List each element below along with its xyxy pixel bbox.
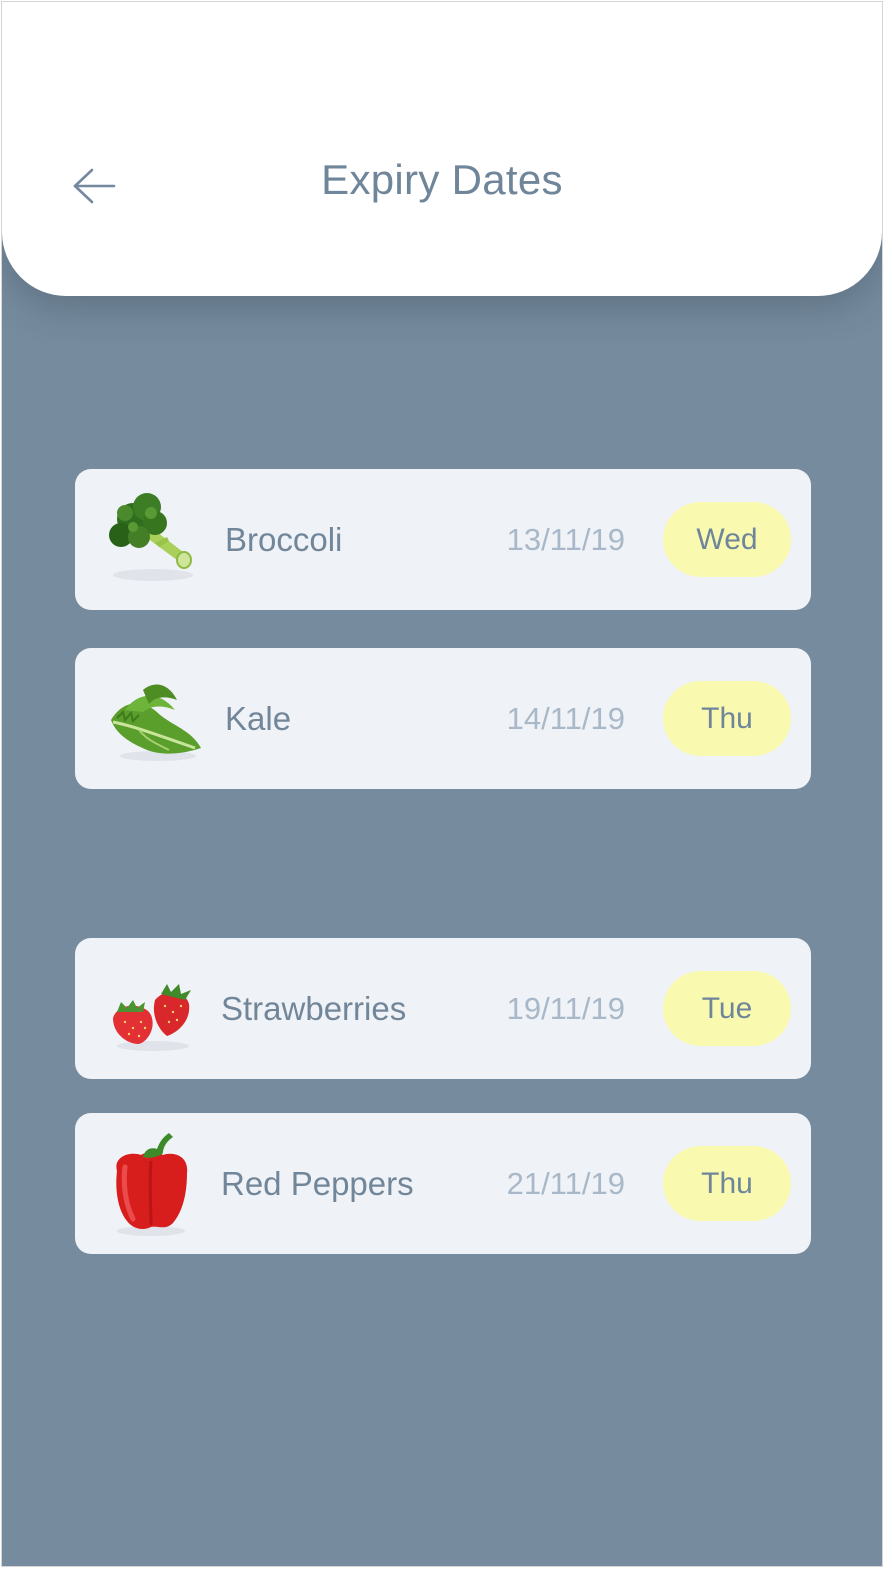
kale-icon (103, 670, 203, 766)
page-title: Expiry Dates (321, 156, 563, 203)
item-name: Red Peppers (221, 1164, 414, 1202)
item-name: Broccoli (225, 520, 343, 558)
red-pepper-icon (103, 1127, 203, 1239)
expiry-item-kale[interactable]: Kale 14/11/19 Thu (75, 648, 811, 789)
day-badge: Thu (663, 1146, 791, 1221)
expiry-date: 13/11/19 (506, 521, 625, 557)
expiry-item-strawberries[interactable]: Strawberries 19/11/19 Tue (75, 938, 811, 1079)
day-badge: Wed (663, 502, 791, 577)
expiry-date: 14/11/19 (506, 700, 625, 736)
day-badge: Thu (663, 681, 791, 756)
strawberries-icon (103, 960, 203, 1056)
app-screen: Expiry Dates Broccoli 13/11/19 Wed Kale … (1, 1, 883, 1567)
day-badge: Tue (663, 971, 791, 1046)
expiry-item-red-peppers[interactable]: Red Peppers 21/11/19 Thu (75, 1113, 811, 1254)
header-panel: Expiry Dates (2, 2, 882, 296)
item-name: Strawberries (221, 989, 407, 1027)
expiry-date: 19/11/19 (506, 990, 625, 1026)
broccoli-icon (103, 491, 203, 587)
item-name: Kale (225, 699, 292, 737)
expiry-item-broccoli[interactable]: Broccoli 13/11/19 Wed (75, 469, 811, 610)
expiry-date: 21/11/19 (506, 1165, 625, 1201)
